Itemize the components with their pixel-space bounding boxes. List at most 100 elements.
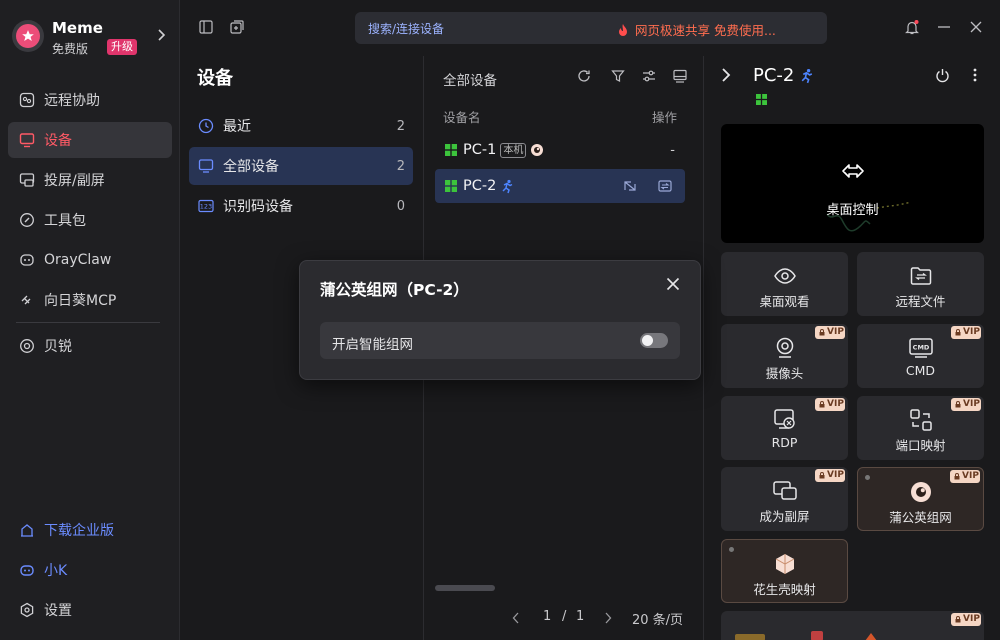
- second-screen-icon: [772, 479, 797, 503]
- tile-second-screen[interactable]: VIP 成为副屏: [721, 467, 848, 531]
- device-list-title: 全部设备: [443, 73, 497, 89]
- tile-port-mapping[interactable]: VIP 端口映射: [857, 396, 984, 460]
- vip-badge: VIP: [951, 398, 981, 411]
- promo-illustration: [735, 631, 877, 640]
- new-window-icon[interactable]: [230, 20, 244, 34]
- page-separator: /: [562, 609, 567, 624]
- assistant-robot-icon: [18, 561, 36, 579]
- vip-label: VIP: [963, 614, 980, 624]
- windows-icon: [445, 144, 457, 156]
- view-mode-icon[interactable]: [673, 69, 687, 83]
- smart-network-option: 开启智能组网: [320, 322, 680, 359]
- assistant-link[interactable]: 小K: [8, 552, 172, 588]
- sidebar-item-label: 远程协助: [44, 93, 100, 109]
- beirui-icon: [18, 337, 36, 355]
- tile-label: RDP: [771, 435, 798, 450]
- lock-icon: [955, 401, 961, 408]
- device-row-pc1[interactable]: PC-1 本机 -: [435, 133, 685, 167]
- category-recent[interactable]: 最近 2: [189, 107, 413, 145]
- settings-link[interactable]: 设置: [8, 592, 172, 628]
- category-count: 0: [396, 198, 405, 214]
- desktop-control-preview[interactable]: 桌面控制: [721, 124, 984, 243]
- lock-icon: [955, 616, 961, 623]
- desktop-view-action-icon[interactable]: [623, 179, 637, 193]
- category-label: 全部设备: [223, 159, 279, 175]
- settings-gear-icon: [18, 601, 36, 619]
- option-label: 开启智能组网: [332, 337, 413, 353]
- page-size-select[interactable]: 20 条/页: [632, 609, 683, 628]
- tile-cmd[interactable]: VIP CMD CMD: [857, 324, 984, 388]
- prev-page-icon[interactable]: [512, 612, 520, 624]
- tile-label: 远程文件: [895, 294, 946, 309]
- next-page-icon[interactable]: [604, 612, 612, 624]
- star-icon: [22, 30, 34, 41]
- sidebar-divider: [16, 322, 160, 323]
- avatar[interactable]: [12, 20, 44, 52]
- pagination: 1 / 1 20 条/页: [424, 609, 705, 629]
- download-enterprise-link[interactable]: 下载企业版: [8, 512, 172, 548]
- category-label: 识别码设备: [223, 199, 293, 215]
- sort-settings-icon[interactable]: [642, 69, 656, 83]
- column-header-operation: 操作: [651, 110, 677, 125]
- tile-peanut-shell[interactable]: 花生壳映射: [721, 539, 848, 603]
- all-devices-icon: [197, 157, 215, 175]
- profile-name: Meme: [52, 19, 103, 37]
- tile-remote-file[interactable]: 远程文件: [857, 252, 984, 316]
- category-id-code-devices[interactable]: 123 识别码设备 0: [189, 187, 413, 225]
- chevron-right-icon[interactable]: [156, 28, 168, 42]
- port-mapping-icon: [909, 408, 933, 432]
- device-row-pc2[interactable]: PC-2: [435, 169, 685, 203]
- close-window-icon[interactable]: [970, 20, 982, 34]
- rdp-icon: [773, 408, 797, 432]
- tile-label: 桌面观看: [759, 294, 810, 309]
- device-name: PC-2: [463, 178, 497, 194]
- promo-text: 网页极速共享 免费使用...: [635, 23, 776, 38]
- upgrade-badge[interactable]: 升级: [107, 39, 137, 55]
- close-icon[interactable]: [666, 277, 680, 291]
- sidebar: Meme 免费版 升级 远程协助 设备 投屏/副屏 工具包 OrayClaw 向…: [0, 0, 180, 640]
- sidebar-item-label: 投屏/副屏: [44, 173, 105, 189]
- remote-file-action-icon[interactable]: [658, 179, 672, 193]
- svg-text:CMD: CMD: [912, 344, 929, 352]
- more-options-icon[interactable]: [973, 68, 977, 82]
- sidebar-toggle-icon[interactable]: [199, 20, 213, 34]
- tile-rdp[interactable]: VIP RDP: [721, 396, 848, 460]
- filter-icon[interactable]: [611, 69, 625, 83]
- clock-icon: [197, 117, 215, 135]
- column-header-name: 设备名: [443, 110, 481, 125]
- category-all-devices[interactable]: 全部设备 2: [189, 147, 413, 185]
- tile-desktop-view[interactable]: 桌面观看: [721, 252, 848, 316]
- refresh-icon[interactable]: [577, 69, 591, 83]
- sidebar-item-toolkit[interactable]: 工具包: [8, 202, 172, 238]
- promo-card[interactable]: VIP: [721, 611, 984, 640]
- lock-icon: [955, 329, 961, 336]
- vip-badge: VIP: [815, 469, 845, 482]
- sidebar-item-devices[interactable]: 设备: [8, 122, 172, 158]
- remote-assist-icon: [18, 91, 36, 109]
- sidebar-item-mcp[interactable]: 向日葵MCP: [8, 282, 172, 318]
- minimize-icon[interactable]: [938, 20, 950, 34]
- sidebar-item-orayclaw[interactable]: OrayClaw: [8, 242, 172, 278]
- sidebar-item-remote-assist[interactable]: 远程协助: [8, 82, 172, 118]
- power-icon[interactable]: [935, 68, 950, 83]
- sidebar-item-screen-cast[interactable]: 投屏/副屏: [8, 162, 172, 198]
- notification-bell-icon[interactable]: [905, 20, 919, 35]
- monitor-icon: [18, 131, 36, 149]
- search-bar[interactable]: 搜索/连接设备 网页极速共享 免费使用...: [355, 12, 827, 44]
- promo-banner[interactable]: 网页极速共享 免费使用...: [617, 20, 776, 39]
- sidebar-item-label: 向日葵MCP: [44, 293, 117, 309]
- horizontal-scrollbar[interactable]: [435, 585, 495, 591]
- tile-pgy-network[interactable]: VIP 蒲公英组网: [857, 467, 984, 531]
- detail-device-name: PC-2: [753, 65, 795, 86]
- pgy-network-icon: [909, 480, 933, 504]
- collapse-panel-icon[interactable]: [721, 67, 731, 83]
- search-input[interactable]: 搜索/连接设备: [368, 20, 444, 37]
- profile-header[interactable]: Meme 免费版 升级: [12, 18, 172, 58]
- sidebar-item-beirui[interactable]: 贝锐: [8, 328, 172, 364]
- tile-camera[interactable]: VIP 摄像头: [721, 324, 848, 388]
- mcp-icon: [18, 291, 36, 309]
- tile-label: 蒲公英组网: [889, 510, 952, 525]
- tile-label: 端口映射: [895, 438, 946, 453]
- current-page[interactable]: 1: [543, 609, 551, 624]
- smart-network-toggle[interactable]: [640, 333, 668, 348]
